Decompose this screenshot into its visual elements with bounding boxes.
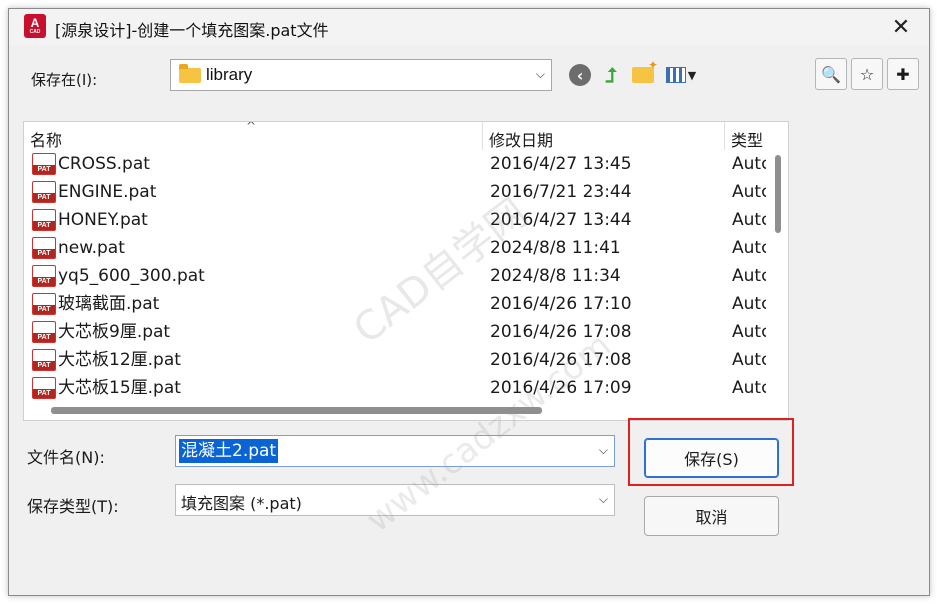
views-icon — [665, 67, 686, 83]
up-folder-button[interactable]: ⮥ — [597, 61, 625, 89]
file-row[interactable]: ENGINE.pat 2016/7/21 23:44 Autc — [24, 178, 767, 206]
file-name: 大芯板15厘.pat — [58, 378, 181, 398]
file-date: 2024/8/8 11:34 — [490, 266, 621, 286]
chevron-down-icon[interactable]: ⌵ — [536, 67, 545, 82]
up-folder-icon: ⮥ — [605, 63, 617, 87]
filename-label: 文件名(N): — [27, 448, 105, 467]
file-name: 玻璃截面.pat — [58, 294, 160, 314]
file-date: 2016/4/26 17:10 — [490, 294, 632, 314]
back-arrow-icon: ‹ — [569, 64, 591, 86]
file-name: CROSS.pat — [58, 154, 150, 174]
pat-file-icon — [32, 321, 56, 343]
column-type-label: 类型 — [731, 131, 764, 150]
file-type: Autc — [732, 182, 767, 202]
pat-file-icon — [32, 209, 56, 231]
column-date[interactable]: 修改日期 — [483, 122, 725, 150]
filename-value: 混凝土2.pat — [179, 439, 279, 463]
search-globe-icon: 🔍 — [821, 64, 841, 84]
folder-icon — [179, 64, 201, 83]
file-row[interactable]: 大芯板15厘.pat 2016/4/26 17:09 Autc — [24, 374, 767, 400]
file-date: 2016/4/26 17:08 — [490, 350, 632, 370]
save-in-label: 保存在(I): — [31, 71, 98, 89]
file-type: Autc — [732, 378, 767, 398]
column-date-label: 修改日期 — [489, 131, 554, 150]
chevron-down-icon[interactable]: ⌵ — [599, 492, 608, 507]
filetype-value: 填充图案 (*.pat) — [181, 494, 302, 513]
save-in-combo[interactable]: library ⌵ — [170, 59, 552, 91]
file-date: 2016/4/26 17:09 — [490, 378, 632, 398]
file-row[interactable]: 大芯板12厘.pat 2016/4/26 17:08 Autc — [24, 346, 767, 374]
file-type: Autc — [732, 350, 767, 370]
new-folder-icon — [632, 58, 658, 83]
file-list-header: 名称 ^ 修改日期 类型 — [24, 122, 767, 150]
file-date: 2016/7/21 23:44 — [490, 182, 632, 202]
file-name: yq5_600_300.pat — [58, 266, 205, 286]
file-type: Autc — [732, 154, 767, 174]
sort-ascending-icon: ^ — [246, 122, 257, 133]
pat-file-icon — [32, 181, 56, 203]
pat-file-icon — [32, 265, 56, 287]
file-name: 大芯板9厘.pat — [58, 322, 171, 342]
autocad-app-icon: A CAD — [24, 14, 46, 38]
favorites-button[interactable]: ☆ — [851, 58, 883, 90]
file-type: Autc — [732, 266, 767, 286]
search-web-button[interactable]: 🔍 — [815, 58, 847, 90]
file-row[interactable]: CROSS.pat 2016/4/27 13:45 Autc — [24, 150, 767, 178]
file-name: new.pat — [58, 238, 125, 258]
column-type[interactable]: 类型 — [725, 122, 767, 150]
back-button[interactable]: ‹ — [566, 61, 594, 89]
column-name[interactable]: 名称 ^ — [24, 122, 483, 150]
filename-input[interactable]: 混凝土2.pat ⌵ — [175, 435, 615, 467]
file-type: Autc — [732, 238, 767, 258]
column-name-label: 名称 — [30, 131, 63, 150]
pat-file-icon — [32, 237, 56, 259]
file-type: Autc — [732, 210, 767, 230]
file-date: 2016/4/27 13:45 — [490, 154, 632, 174]
views-dropdown-icon: ▼ — [687, 68, 697, 82]
views-button[interactable]: ▼ — [661, 61, 701, 89]
new-folder-button[interactable] — [629, 58, 658, 89]
file-row[interactable]: yq5_600_300.pat 2024/8/8 11:34 Autc — [24, 262, 767, 290]
cancel-button[interactable]: 取消 — [644, 496, 779, 536]
save-button[interactable]: 保存(S) — [644, 438, 779, 478]
pat-file-icon — [32, 377, 56, 399]
filetype-label: 保存类型(T): — [27, 497, 119, 516]
file-date: 2016/4/27 13:44 — [490, 210, 632, 230]
pat-file-icon — [32, 293, 56, 315]
file-list[interactable]: 名称 ^ 修改日期 类型 CROSS.pat 2016/4/27 13:45 A… — [23, 121, 789, 421]
file-type: Autc — [732, 294, 767, 314]
file-row[interactable]: 玻璃截面.pat 2016/4/26 17:10 Autc — [24, 290, 767, 318]
file-row[interactable]: new.pat 2024/8/8 11:41 Autc — [24, 234, 767, 262]
file-date: 2016/4/26 17:08 — [490, 322, 632, 342]
horizontal-scroll-thumb[interactable] — [51, 407, 542, 414]
file-name: HONEY.pat — [58, 210, 148, 230]
vertical-scrollbar[interactable] — [766, 122, 788, 400]
filetype-select[interactable]: 填充图案 (*.pat) ⌵ — [175, 484, 615, 516]
file-row[interactable]: 大芯板9厘.pat 2016/4/26 17:08 Autc — [24, 318, 767, 346]
file-rows: CROSS.pat 2016/4/27 13:45 Autc ENGINE.pa… — [24, 150, 767, 400]
add-star-icon: ✚ — [896, 64, 910, 84]
file-name: ENGINE.pat — [58, 182, 157, 202]
app-icon-sub: CAD — [29, 29, 41, 35]
star-folder-icon: ☆ — [859, 64, 875, 84]
title-bar: A CAD [源泉设计]-创建一个填充图案.pat文件 ✕ — [9, 9, 929, 45]
pat-file-icon — [32, 153, 56, 175]
close-icon: ✕ — [891, 14, 911, 40]
vertical-scroll-thumb[interactable] — [775, 155, 781, 233]
save-dialog: A CAD [源泉设计]-创建一个填充图案.pat文件 ✕ 保存在(I): li… — [8, 8, 930, 596]
horizontal-scrollbar[interactable] — [24, 400, 767, 420]
app-icon-letter: A — [30, 16, 40, 30]
chevron-down-icon[interactable]: ⌵ — [599, 443, 608, 458]
file-row[interactable]: HONEY.pat 2016/4/27 13:44 Autc — [24, 206, 767, 234]
window-title: [源泉设计]-创建一个填充图案.pat文件 — [55, 21, 329, 40]
file-name: 大芯板12厘.pat — [58, 350, 181, 370]
save-in-value: library — [206, 65, 253, 84]
add-favorite-button[interactable]: ✚ — [887, 58, 919, 90]
close-button[interactable]: ✕ — [881, 11, 921, 43]
file-type: Autc — [732, 322, 767, 342]
pat-file-icon — [32, 349, 56, 371]
file-date: 2024/8/8 11:41 — [490, 238, 621, 258]
